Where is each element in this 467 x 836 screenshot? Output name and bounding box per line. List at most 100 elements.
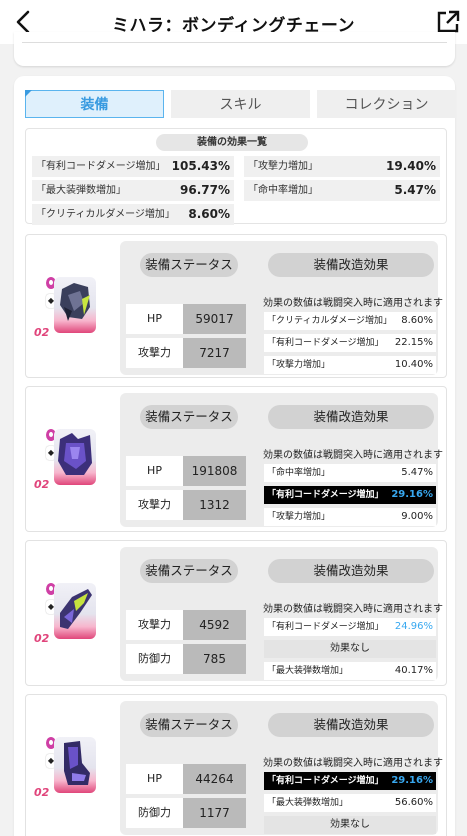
stat-label: 攻撃力 — [126, 338, 183, 368]
tab-collection[interactable]: コレクション — [317, 90, 456, 118]
equipment-detail-panel: 装備ステータス 装備改造効果 HP 191808 攻撃力 1312 効果の数値は… — [120, 393, 443, 527]
modification-note: 効果の数値は戦闘突入時に適用されます — [263, 298, 443, 309]
tab-equipment[interactable]: 装備 — [25, 90, 164, 118]
helmet-gear-icon — [60, 283, 90, 321]
mod-label: 「攻撃力増加」 — [267, 512, 331, 522]
equipment-effects-summary: 装備の効果一覧 「有利コードダメージ増加」 105.43% 「攻撃力増加」 19… — [25, 128, 447, 225]
stat-row: HP 44264 — [126, 764, 246, 794]
effect-value: 105.43% — [171, 159, 230, 173]
status-pill: 装備ステータス — [140, 713, 238, 737]
mod-effect-row-highlighted: 「有利コードダメージ増加」 29.16% — [264, 486, 436, 504]
modification-note: 効果の数値は戦闘突入時に適用されます — [263, 758, 443, 769]
gear-thumbnail — [54, 429, 96, 485]
level-label: 02 — [34, 478, 50, 491]
stat-label: 攻撃力 — [126, 610, 183, 640]
equipment-card: ◆ 02 装備ステータス 装備改造効果 HP 44264 防御力 1177 効果… — [25, 694, 447, 836]
tab-bar: 装備 スキル コレクション — [25, 90, 456, 118]
mod-label: 「有利コードダメージ増加」 — [267, 490, 384, 500]
gear-thumbnail — [54, 277, 96, 333]
mod-value: 9.00% — [401, 511, 433, 522]
modification-pill: 装備改造効果 — [268, 713, 434, 737]
stat-row: HP 191808 — [126, 456, 246, 486]
equipment-icon[interactable]: ◆ 02 — [34, 583, 96, 645]
mod-effect-row: 「クリティカルダメージ増加」 8.60% — [264, 312, 436, 330]
mod-value: 10.40% — [394, 359, 433, 370]
effect-label: 「有利コードダメージ増加」 — [36, 161, 166, 172]
equipment-card: ◆ 02 装備ステータス 装備改造効果 攻撃力 4592 防御力 785 効果の… — [25, 540, 447, 686]
stat-label: HP — [126, 456, 183, 486]
effect-value: 8.60% — [188, 207, 230, 221]
stat-row: 防御力 785 — [126, 644, 246, 674]
modification-note: 効果の数値は戦闘突入時に適用されます — [263, 604, 443, 615]
mod-effect-row: 「有利コードダメージ増加」 24.96% — [264, 618, 436, 636]
mod-value: 29.16% — [391, 775, 433, 786]
stat-value: 7217 — [183, 338, 246, 368]
mod-effect-row: 「最大装弾数増加」 40.17% — [264, 662, 436, 680]
status-pill: 装備ステータス — [140, 253, 238, 277]
mod-effect-row-highlighted: 「有利コードダメージ増加」 29.16% — [264, 772, 436, 790]
stat-row: 攻撃力 7217 — [126, 338, 246, 368]
divider — [22, 42, 447, 43]
effect-item: 「最大装弾数増加」 96.77% — [32, 180, 234, 201]
stat-label: HP — [126, 304, 183, 334]
mod-effect-empty: 効果なし — [264, 816, 436, 834]
equipment-icon[interactable]: ◆ 02 — [34, 737, 96, 799]
stat-label: HP — [126, 764, 183, 794]
mod-value: 5.47% — [401, 467, 433, 478]
modification-pill: 装備改造効果 — [268, 559, 434, 583]
modification-pill: 装備改造効果 — [268, 253, 434, 277]
mod-effect-row: 「最大装弾数増加」 56.60% — [264, 794, 436, 812]
mod-label: 「有利コードダメージ増加」 — [267, 338, 384, 348]
stat-label: 攻撃力 — [126, 490, 183, 520]
stat-row: 攻撃力 1312 — [126, 490, 246, 520]
equipment-detail-panel: 装備ステータス 装備改造効果 HP 59017 攻撃力 7217 効果の数値は戦… — [120, 241, 443, 375]
stat-value: 1312 — [183, 490, 246, 520]
effect-label: 「クリティカルダメージ増加」 — [36, 209, 175, 220]
effect-item: 「クリティカルダメージ増加」 8.60% — [32, 204, 234, 225]
equipment-icon[interactable]: ◆ 02 — [34, 429, 96, 491]
effect-label: 「最大装弾数増加」 — [36, 185, 126, 196]
mod-value: 22.15% — [394, 337, 433, 348]
mod-label: 「攻撃力増加」 — [267, 360, 331, 370]
mod-label: 「有利コードダメージ増加」 — [267, 776, 384, 786]
armor-gear-icon — [58, 433, 92, 475]
gauntlet-gear-icon — [60, 589, 92, 629]
gear-thumbnail — [54, 737, 96, 793]
effect-value: 5.47% — [394, 183, 436, 197]
mod-value: 40.17% — [394, 665, 433, 676]
level-label: 02 — [34, 632, 50, 645]
stat-label: 防御力 — [126, 798, 183, 828]
mod-label: 「クリティカルダメージ増加」 — [267, 316, 393, 326]
stat-label: 防御力 — [126, 644, 183, 674]
gear-thumbnail — [54, 583, 96, 639]
stat-row: 攻撃力 4592 — [126, 610, 246, 640]
mod-label: 「最大装弾数増加」 — [267, 666, 349, 676]
equipment-panel: 装備 スキル コレクション 装備の効果一覧 「有利コードダメージ増加」 105.… — [14, 76, 456, 836]
equipment-icon[interactable]: ◆ 02 — [34, 277, 96, 339]
equipment-card: ◆ 02 装備ステータス 装備改造効果 HP 59017 攻撃力 7217 効果… — [25, 234, 447, 378]
mod-effect-row: 「攻撃力増加」 10.40% — [264, 356, 436, 374]
effect-label: 「攻撃力増加」 — [248, 161, 318, 172]
modification-pill: 装備改造効果 — [268, 405, 434, 429]
mod-effect-row: 「有利コードダメージ増加」 22.15% — [264, 334, 436, 352]
equipment-card: ◆ 02 装備ステータス 装備改造効果 HP 191808 攻撃力 1312 効… — [25, 386, 447, 532]
tab-skill[interactable]: スキル — [171, 90, 310, 118]
effect-value: 19.40% — [386, 159, 436, 173]
mod-effect-row: 「攻撃力増加」 9.00% — [264, 508, 436, 526]
stat-row: HP 59017 — [126, 304, 246, 334]
mod-label: 「有利コードダメージ増加」 — [267, 622, 384, 632]
stat-row: 防御力 1177 — [126, 798, 246, 828]
level-label: 02 — [34, 786, 50, 799]
stat-value: 1177 — [183, 798, 246, 828]
mod-label: 「命中率増加」 — [267, 468, 331, 478]
status-pill: 装備ステータス — [140, 405, 238, 429]
stat-value: 44264 — [183, 764, 246, 794]
mod-effect-row: 「命中率増加」 5.47% — [264, 464, 436, 482]
stat-value: 4592 — [183, 610, 246, 640]
status-pill: 装備ステータス — [140, 559, 238, 583]
previous-section-card — [14, 32, 455, 66]
effect-label: 「命中率増加」 — [248, 185, 318, 196]
boots-gear-icon — [64, 741, 90, 785]
modification-note: 効果の数値は戦闘突入時に適用されます — [263, 450, 443, 461]
equipment-detail-panel: 装備ステータス 装備改造効果 攻撃力 4592 防御力 785 効果の数値は戦闘… — [120, 547, 443, 681]
